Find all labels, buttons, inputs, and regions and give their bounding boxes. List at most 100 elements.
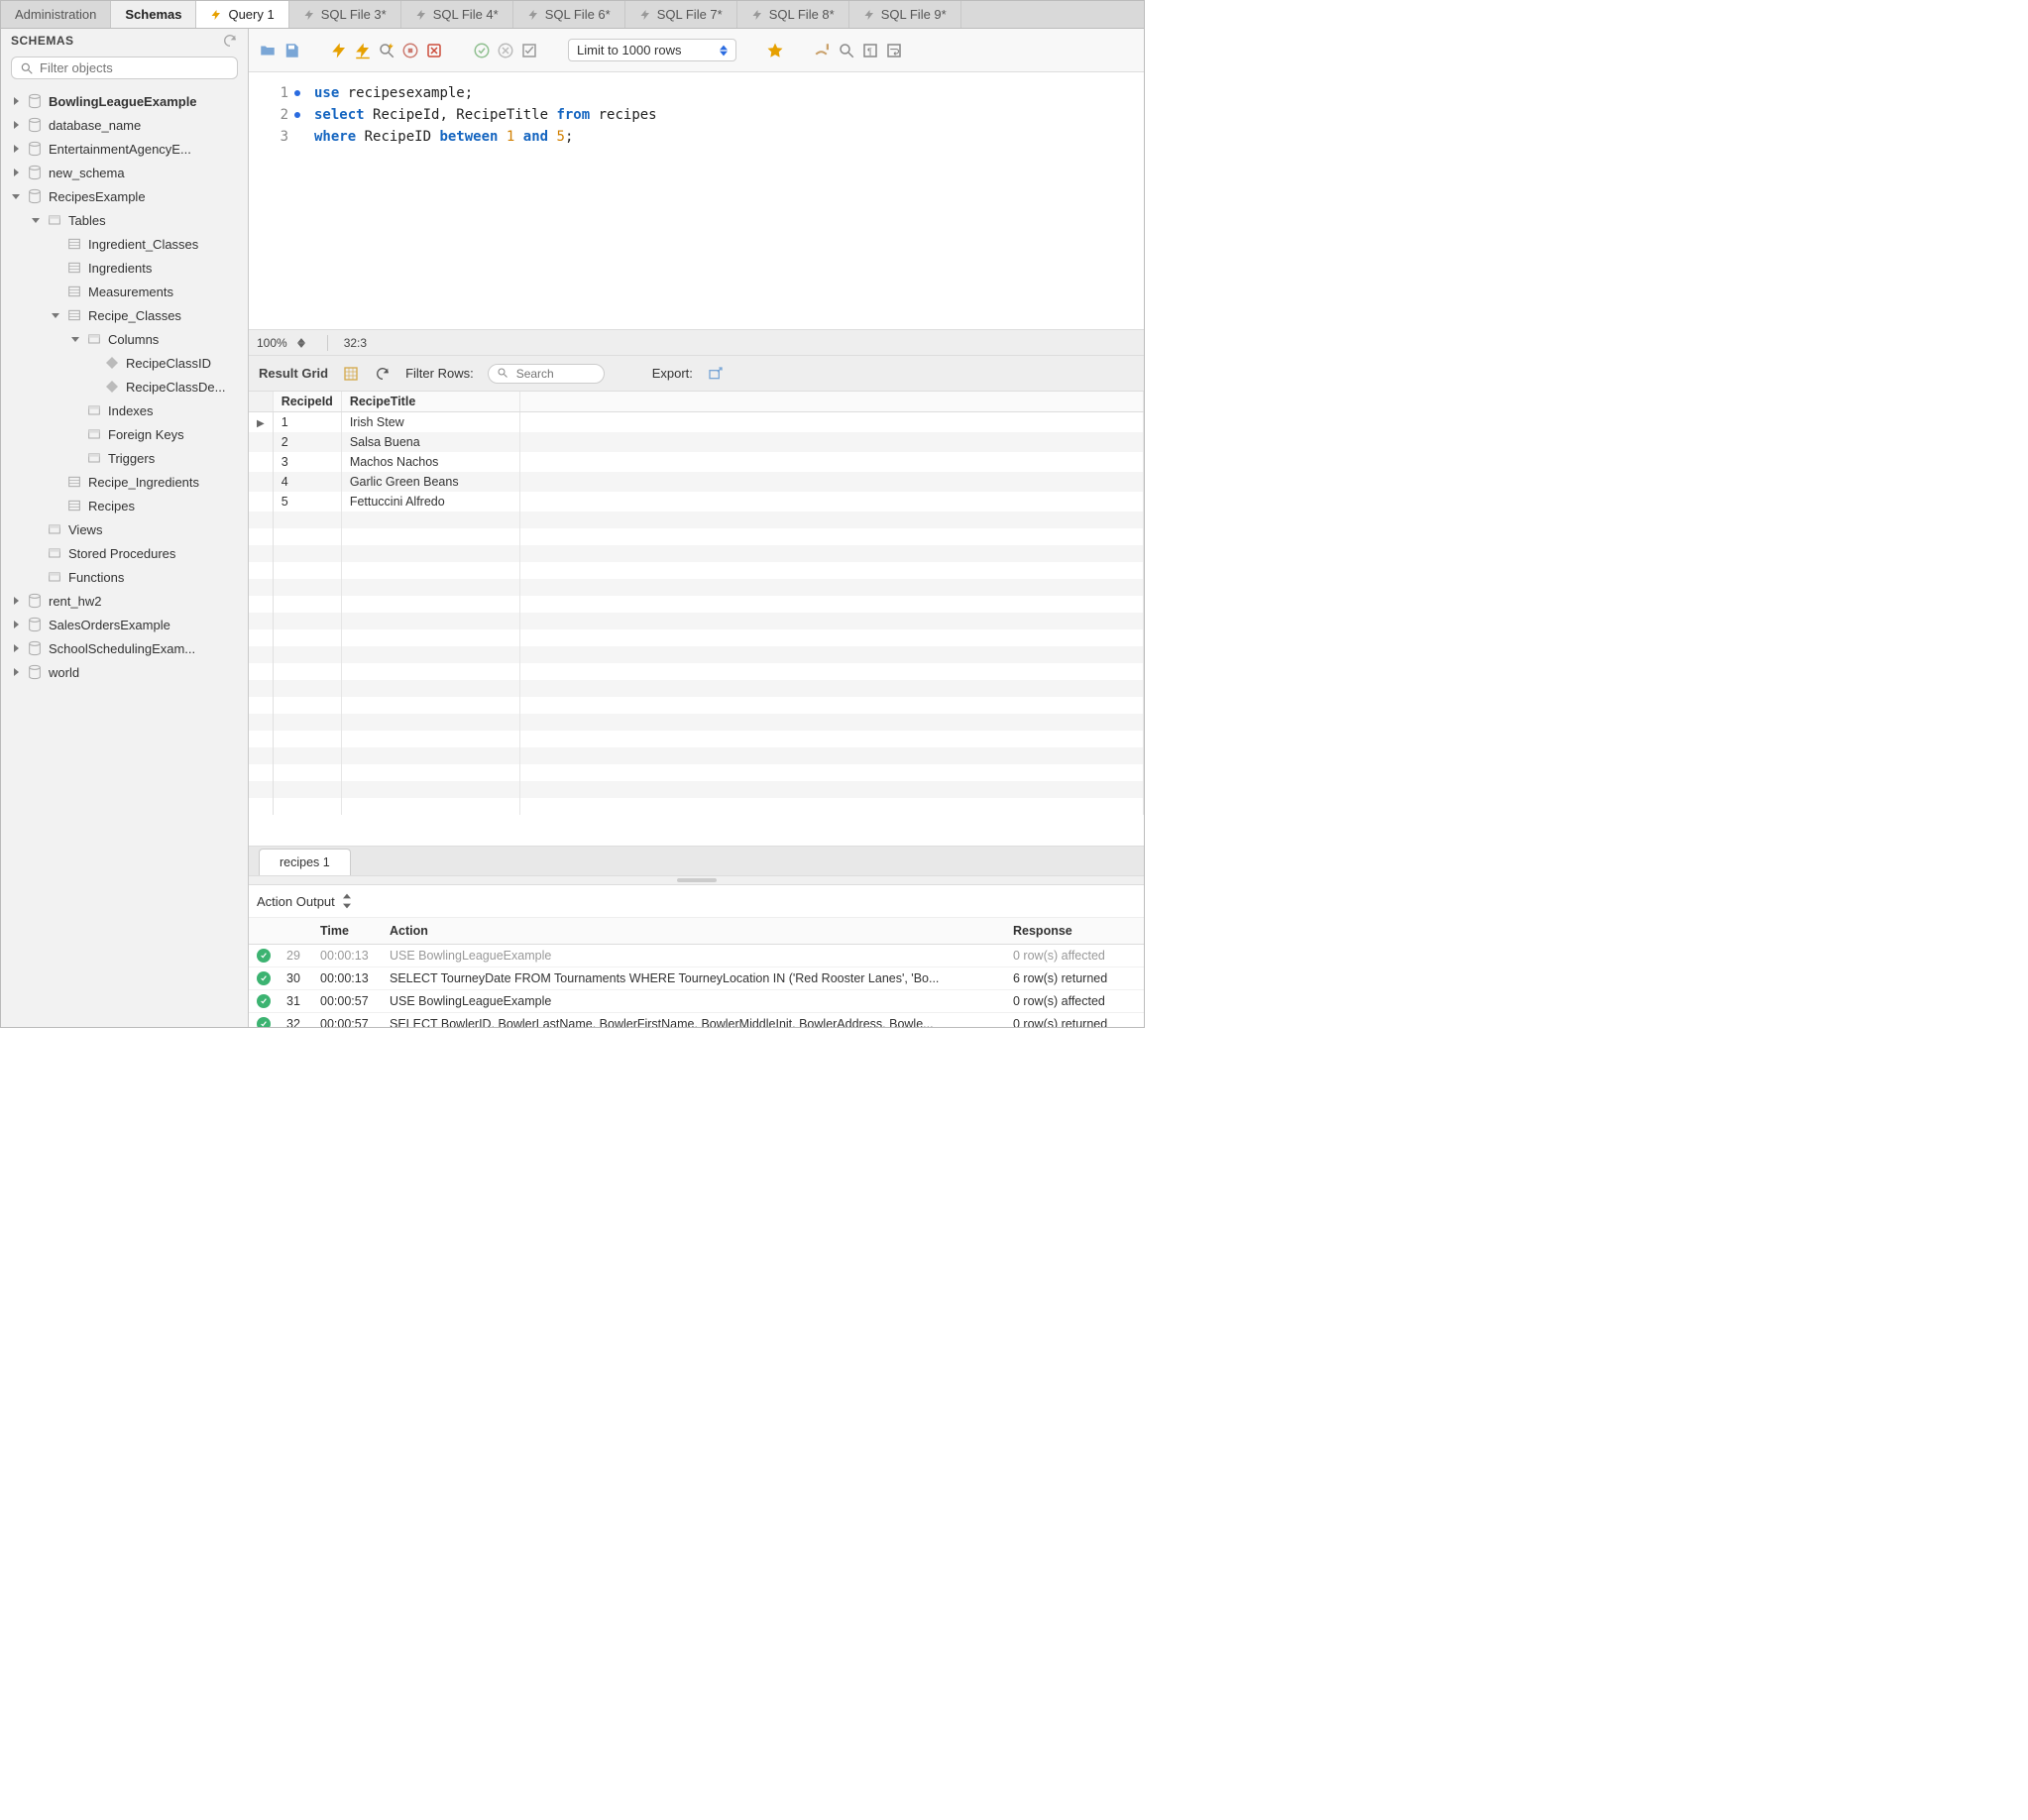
chevron-right-icon	[11, 620, 21, 629]
open-file-icon[interactable]	[259, 42, 277, 59]
query-toolbar: Limit to 1000 rows ¶	[249, 29, 1144, 72]
result-tab-recipes[interactable]: recipes 1	[259, 849, 351, 875]
action-output-row[interactable]: 3000:00:13SELECT TourneyDate FROM Tourna…	[249, 967, 1144, 990]
tbl-Ingredient_Classes[interactable]: Ingredient_Classes	[5, 232, 248, 256]
select-arrows-icon	[720, 45, 728, 57]
result-grid[interactable]: RecipeId RecipeTitle ▶1Irish Stew2Salsa …	[249, 392, 1144, 846]
schema-SalesOrdersExample[interactable]: SalesOrdersExample	[5, 613, 248, 636]
tbl-Recipe_Classes[interactable]: Recipe_Classes	[5, 303, 248, 327]
tbl-Recipe_Ingredients[interactable]: Recipe_Ingredients	[5, 470, 248, 494]
filter-rows-search[interactable]	[488, 364, 605, 384]
tbl-Ingredients[interactable]: Ingredients	[5, 256, 248, 280]
stop-icon[interactable]	[401, 42, 419, 59]
fld-Indexes[interactable]: Indexes	[5, 398, 248, 422]
tab-sql-file-7[interactable]: SQL File 7*	[625, 1, 737, 28]
action-output-row[interactable]: 3100:00:57USE BowlingLeagueExample0 row(…	[249, 990, 1144, 1013]
refresh-results-icon[interactable]	[374, 365, 392, 383]
schema-new_schema[interactable]: new_schema	[5, 161, 248, 184]
result-grid-label: Result Grid	[259, 366, 328, 381]
tab-sql-file-3[interactable]: SQL File 3*	[289, 1, 401, 28]
tab-schemas[interactable]: Schemas	[111, 1, 196, 28]
commit-icon[interactable]	[473, 42, 491, 59]
tab-sql-file-8[interactable]: SQL File 8*	[737, 1, 849, 28]
tab-administration[interactable]: Administration	[1, 1, 111, 28]
chevron-right-icon	[11, 120, 21, 130]
chevron-right-icon	[11, 667, 21, 677]
fld-Foreign Keys[interactable]: Foreign Keys	[5, 422, 248, 446]
schema-database_name[interactable]: database_name	[5, 113, 248, 137]
schema-world[interactable]: world	[5, 660, 248, 684]
chevron-right-icon	[11, 596, 21, 606]
cursor-position: 32:3	[344, 336, 367, 350]
wrap-icon[interactable]	[885, 42, 903, 59]
grp-Tables[interactable]: Tables	[5, 208, 248, 232]
export-label: Export:	[652, 366, 693, 381]
beautify-icon[interactable]	[814, 42, 832, 59]
col-RecipeClassID[interactable]: RecipeClassID	[5, 351, 248, 375]
whitespace-icon[interactable]: ¶	[861, 42, 879, 59]
grp-Functions[interactable]: Functions	[5, 565, 248, 589]
autocommit-icon[interactable]	[520, 42, 538, 59]
schema-rent_hw2[interactable]: rent_hw2	[5, 589, 248, 613]
bolt-icon	[863, 8, 875, 22]
grp-Stored Procedures[interactable]: Stored Procedures	[5, 541, 248, 565]
result-tabs: recipes 1	[249, 846, 1144, 875]
table-row[interactable]: 4Garlic Green Beans	[249, 472, 1144, 492]
sql-editor[interactable]: 123 use recipesexample;select RecipeId, …	[249, 72, 1144, 330]
bolt-icon	[210, 8, 222, 22]
chevron-down-icon	[11, 191, 21, 201]
zoom-value: 100%	[257, 336, 287, 350]
schema-SchoolSchedulingExam...[interactable]: SchoolSchedulingExam...	[5, 636, 248, 660]
schema-RecipesExample[interactable]: RecipesExample	[5, 184, 248, 208]
zoom-stepper[interactable]	[297, 338, 311, 348]
refresh-icon[interactable]	[222, 33, 238, 49]
row-limit-select[interactable]: Limit to 1000 rows	[568, 39, 736, 61]
fld-Triggers[interactable]: Triggers	[5, 446, 248, 470]
fld-Columns[interactable]: Columns	[5, 327, 248, 351]
editor-status-bar: 100% 32:3	[249, 330, 1144, 356]
success-icon	[257, 949, 271, 963]
filter-rows-input[interactable]	[516, 367, 596, 381]
schema-EntertainmentAgencyE...[interactable]: EntertainmentAgencyE...	[5, 137, 248, 161]
chevron-right-icon	[11, 168, 21, 177]
table-row[interactable]: ▶1Irish Stew	[249, 412, 1144, 433]
action-output-grid[interactable]: Time Action Response 2900:00:13USE Bowli…	[249, 918, 1144, 1027]
action-output-row[interactable]: 3200:00:57SELECT BowlerID, BowlerLastNam…	[249, 1013, 1144, 1028]
filter-objects-input[interactable]	[40, 60, 229, 75]
table-row[interactable]: 2Salsa Buena	[249, 432, 1144, 452]
chevron-right-icon	[11, 96, 21, 106]
grp-Views[interactable]: Views	[5, 517, 248, 541]
tbl-Recipes[interactable]: Recipes	[5, 494, 248, 517]
table-row[interactable]: 5Fettuccini Alfredo	[249, 492, 1144, 512]
tab-sql-file-4[interactable]: SQL File 4*	[401, 1, 513, 28]
action-output-select[interactable]: Action Output	[257, 891, 351, 911]
table-row[interactable]: 3Machos Nachos	[249, 452, 1144, 472]
execute-icon[interactable]	[330, 42, 348, 59]
chevron-down-icon	[31, 215, 41, 225]
filter-rows-label: Filter Rows:	[405, 366, 474, 381]
splitter-handle[interactable]	[249, 875, 1144, 885]
rollback-icon[interactable]	[497, 42, 514, 59]
schemas-header: SCHEMAS	[11, 34, 74, 48]
export-icon[interactable]	[707, 365, 725, 383]
stop-on-error-icon[interactable]	[425, 42, 443, 59]
col-RecipeClassDe...[interactable]: RecipeClassDe...	[5, 375, 248, 398]
save-file-icon[interactable]	[282, 42, 300, 59]
execute-current-icon[interactable]	[354, 42, 372, 59]
explain-icon[interactable]	[378, 42, 395, 59]
tab-bar: Administration Schemas Query 1 SQL File …	[1, 1, 1144, 29]
tab-sql-file-6[interactable]: SQL File 6*	[513, 1, 625, 28]
col-recipeid[interactable]: RecipeId	[273, 392, 341, 412]
tab-query-1[interactable]: Query 1	[196, 1, 288, 28]
filter-objects-search[interactable]	[11, 57, 238, 79]
svg-text:¶: ¶	[867, 46, 872, 56]
schema-BowlingLeagueExample[interactable]: BowlingLeagueExample	[5, 89, 248, 113]
tab-sql-file-9[interactable]: SQL File 9*	[849, 1, 961, 28]
action-output-row[interactable]: 2900:00:13USE BowlingLeagueExample0 row(…	[249, 945, 1144, 967]
grid-view-icon[interactable]	[342, 365, 360, 383]
find-icon[interactable]	[838, 42, 855, 59]
favorite-icon[interactable]	[766, 42, 784, 59]
tbl-Measurements[interactable]: Measurements	[5, 280, 248, 303]
schema-tree[interactable]: BowlingLeagueExampledatabase_nameEnterta…	[1, 87, 248, 1027]
col-recipetitle[interactable]: RecipeTitle	[341, 392, 519, 412]
